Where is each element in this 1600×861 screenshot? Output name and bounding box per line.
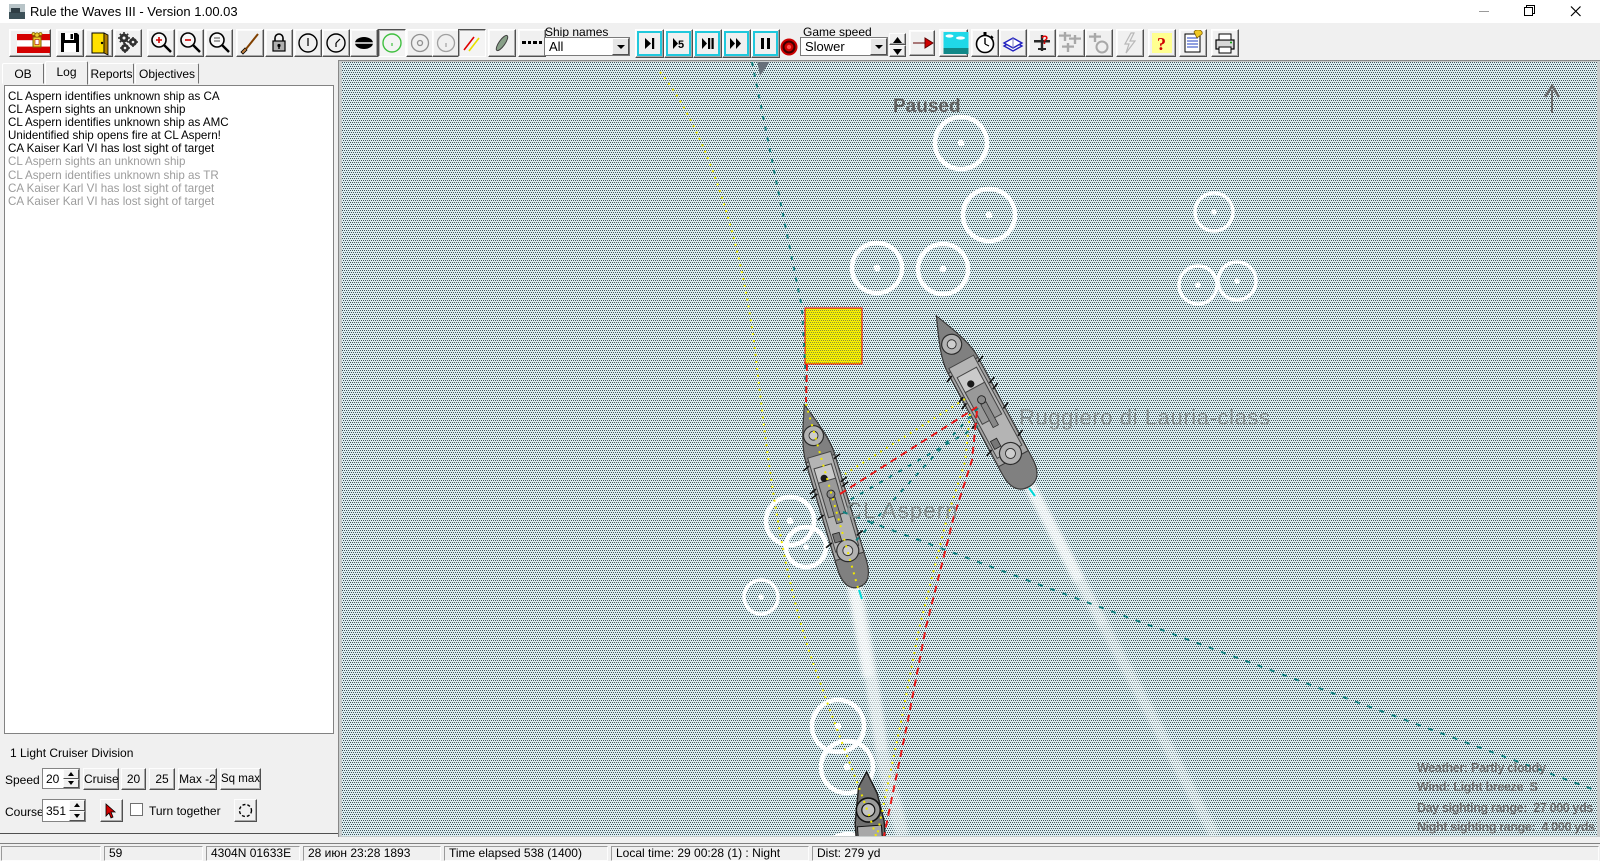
svg-text:Weather: Partly cloudy: Weather: Partly cloudy xyxy=(1417,761,1546,775)
svg-text:Wind: Light breeze S: Wind: Light breeze S xyxy=(1417,780,1538,794)
svg-text:Paused: Paused xyxy=(893,96,961,117)
svg-text:?: ? xyxy=(1157,34,1166,54)
svg-text:?: ? xyxy=(1041,33,1048,47)
svg-text:Night sighting range: 4 000 y: Night sighting range: 4 000 yds xyxy=(1417,820,1595,834)
svg-text:CL Aspern: CL Aspern xyxy=(846,498,959,523)
svg-text:Day sighting range: 27 000 yd: Day sighting range: 27 000 yds xyxy=(1417,801,1593,815)
svg-text:5: 5 xyxy=(678,39,684,51)
svg-text:Ruggiero di Lauria-class: Ruggiero di Lauria-class xyxy=(1019,405,1271,430)
